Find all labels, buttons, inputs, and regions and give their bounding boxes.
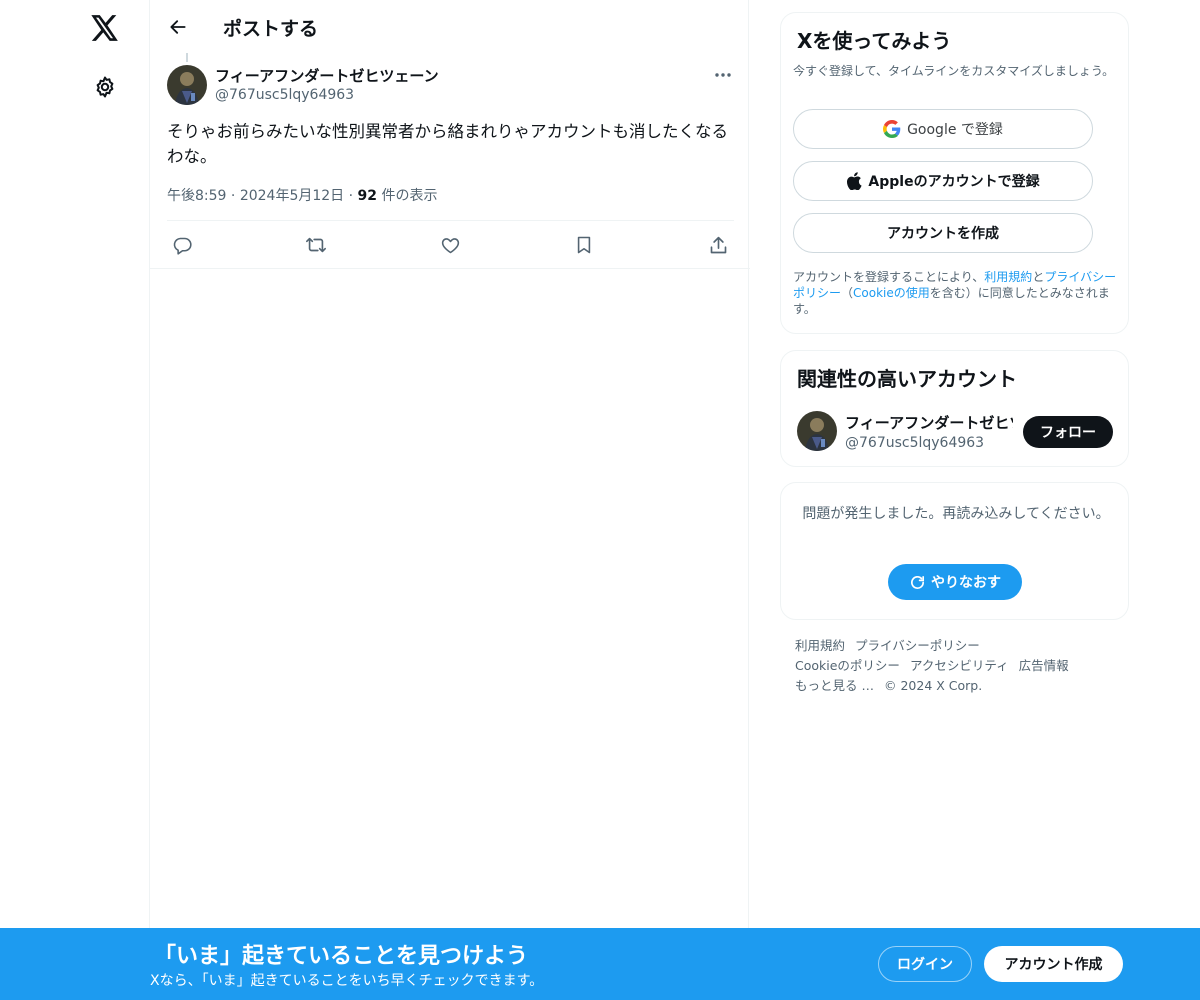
repost-icon[interactable] xyxy=(303,232,329,258)
footer-link-cookie[interactable]: Cookieのポリシー xyxy=(795,658,900,673)
error-card: 問題が発生しました。再読み込みしてください。 やりなおす xyxy=(780,482,1129,620)
share-icon[interactable] xyxy=(705,232,731,258)
create-account-button[interactable]: アカウントを作成 xyxy=(793,213,1093,253)
apple-signup-label: Appleのアカウントで登録 xyxy=(868,174,1040,190)
related-account-name[interactable]: フィーアフンダートゼヒツェーン xyxy=(845,412,1013,433)
separator-dot: · xyxy=(348,188,358,204)
related-accounts-title: 関連性の高いアカウント xyxy=(797,367,1017,391)
post-meta: 午後8:59 · 2024年5月12日 · 92 件の表示 xyxy=(167,185,437,205)
cookie-use-link[interactable]: Cookieの使用 xyxy=(853,286,930,300)
more-options-icon[interactable] xyxy=(708,63,738,87)
left-nav xyxy=(0,0,150,1000)
related-account-handle[interactable]: @767usc5lqy64963 xyxy=(845,435,984,451)
main-column: ポストする フィーアフンダートゼヒツェーン @767usc5lqy64963 そ… xyxy=(149,0,750,1000)
post-date[interactable]: 2024年5月12日 xyxy=(240,188,344,204)
footer-link-privacy[interactable]: プライバシーポリシー xyxy=(855,638,980,653)
avatar[interactable] xyxy=(797,411,837,451)
retry-button[interactable]: やりなおす xyxy=(888,564,1022,600)
post-author-handle[interactable]: @767usc5lqy64963 xyxy=(215,87,354,103)
reply-icon[interactable] xyxy=(169,232,195,258)
terms-text: アカウントを登録することにより、利用規約とプライバシーポリシー（Cookieの使… xyxy=(793,269,1123,317)
login-button[interactable]: ログイン xyxy=(878,946,972,982)
footer-link-ads[interactable]: 広告情報 xyxy=(1019,658,1069,673)
divider xyxy=(150,268,750,269)
thread-line xyxy=(186,53,188,62)
retry-label: やりなおす xyxy=(931,575,1001,591)
page-title: ポストする xyxy=(223,18,319,40)
separator-dot: · xyxy=(230,188,240,204)
footer-link-accessibility[interactable]: アクセシビリティ xyxy=(910,658,1009,673)
gear-icon[interactable] xyxy=(82,64,128,110)
google-icon xyxy=(883,120,901,138)
bookmark-icon[interactable] xyxy=(571,232,597,258)
post-time[interactable]: 午後8:59 xyxy=(167,188,226,204)
terms-paren: （ xyxy=(841,286,854,300)
copyright: © 2024 X Corp. xyxy=(883,678,983,693)
signup-banner: 「いま」起きていることを見つけよう Xなら、「いま」起きていることをいち早くチェ… xyxy=(0,928,1200,1000)
signup-card-subtitle: 今すぐ登録して、タイムラインをカスタマイズしましょう。 xyxy=(793,64,1115,78)
footer-link-more[interactable]: もっと見る … xyxy=(795,678,874,693)
arrow-left-icon[interactable] xyxy=(160,9,196,45)
banner-subtitle: Xなら、「いま」起きていることをいち早くチェックできます。 xyxy=(150,973,544,989)
signup-button[interactable]: アカウント作成 xyxy=(984,946,1123,982)
views-label: 件の表示 xyxy=(381,188,438,204)
google-signup-button[interactable]: Google で登録 xyxy=(793,109,1093,149)
footer-link-terms[interactable]: 利用規約 xyxy=(795,638,845,653)
avatar[interactable] xyxy=(167,65,207,105)
refresh-icon xyxy=(909,574,926,591)
signup-card: Xを使ってみよう 今すぐ登録して、タイムラインをカスタマイズしましょう。 Goo… xyxy=(780,12,1129,334)
x-logo-icon[interactable] xyxy=(82,5,128,51)
like-icon[interactable] xyxy=(437,232,463,258)
post-author-name[interactable]: フィーアフンダートゼヒツェーン xyxy=(215,65,439,86)
error-message: 問題が発生しました。再読み込みしてください。 xyxy=(802,506,1110,522)
banner-title: 「いま」起きていることを見つけよう xyxy=(154,944,529,969)
footer-links: 利用規約 プライバシーポリシー Cookieのポリシー アクセシビリティ 広告情報 も… xyxy=(795,636,1115,696)
related-accounts-card: 関連性の高いアカウント フィーアフンダートゼヒツェーン @767usc5lqy6… xyxy=(780,350,1129,467)
signup-card-title: Xを使ってみよう xyxy=(797,29,952,53)
google-signup-label: Google で登録 xyxy=(907,122,1003,138)
page-header: ポストする xyxy=(150,0,750,54)
divider xyxy=(167,220,734,221)
terms-link[interactable]: 利用規約 xyxy=(984,270,1032,284)
post-actions xyxy=(150,222,750,268)
terms-and: と xyxy=(1032,270,1045,284)
apple-signup-button[interactable]: Appleのアカウントで登録 xyxy=(793,161,1093,201)
follow-button[interactable]: フォロー xyxy=(1023,416,1113,448)
apple-icon xyxy=(846,172,862,190)
post-text: そりゃお前らみたいな性別異常者から絡まれりゃアカウントも消したくなるわな。 xyxy=(167,122,728,166)
views-count: 92 xyxy=(357,188,378,204)
terms-prefix: アカウントを登録することにより、 xyxy=(793,270,985,284)
